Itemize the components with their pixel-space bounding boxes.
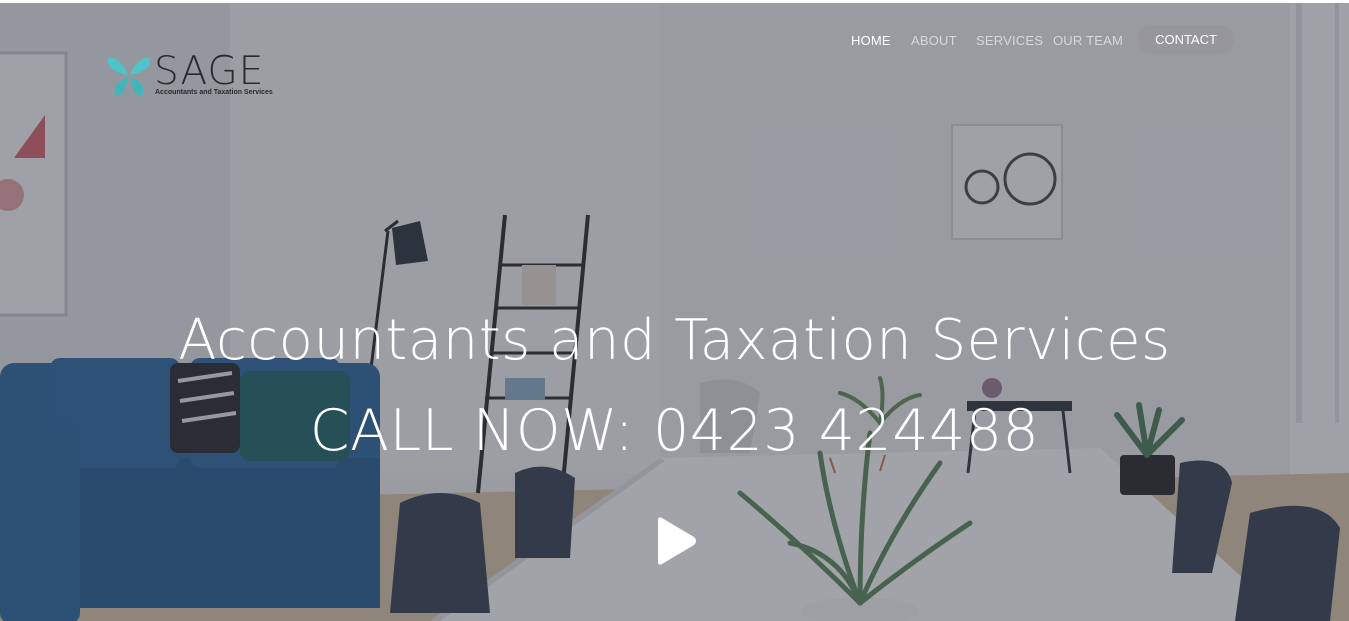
logo-tagline: Accountants and Taxation Services xyxy=(155,89,273,96)
site-logo[interactable]: SAGE Accountants and Taxation Services xyxy=(106,49,276,103)
play-icon[interactable] xyxy=(654,516,698,566)
hero-title: Accountants and Taxation Services xyxy=(178,308,1171,373)
logo-wordmark: SAGE xyxy=(154,49,265,94)
butterfly-logo-icon xyxy=(107,57,151,96)
hero-section: SAGE Accountants and Taxation Services H… xyxy=(0,3,1349,621)
nav-our-team[interactable]: OUR TEAM xyxy=(1053,33,1123,48)
nav-about[interactable]: ABOUT xyxy=(911,33,957,48)
nav-home[interactable]: HOME xyxy=(851,33,891,48)
main-navigation: HOME ABOUT SERVICES OUR TEAM CONTACT xyxy=(0,25,1349,57)
contact-button[interactable]: CONTACT xyxy=(1138,25,1234,54)
top-border xyxy=(0,0,1349,3)
hero-phone-line[interactable]: CALL NOW: 0423 424488 xyxy=(0,398,1349,464)
nav-services[interactable]: SERVICES xyxy=(976,33,1043,48)
